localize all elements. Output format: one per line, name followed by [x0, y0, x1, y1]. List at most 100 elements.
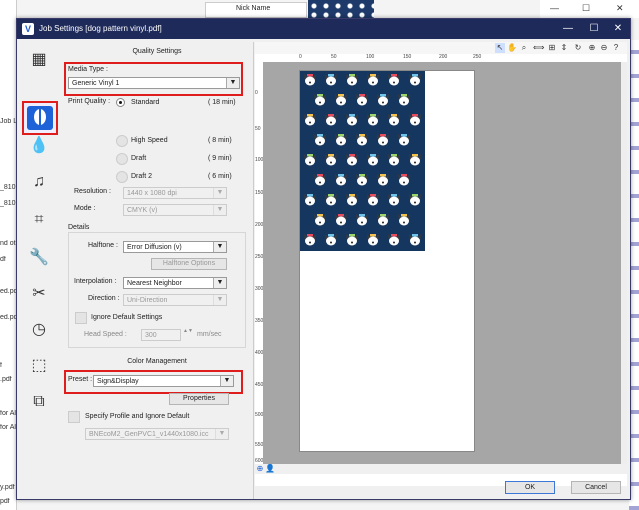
hand-pan-icon[interactable]: ✋ [507, 43, 517, 53]
fit-page-icon[interactable]: ⊞ [547, 43, 557, 53]
quality-tab-selected[interactable] [22, 101, 58, 135]
user-icon[interactable]: 👤 [265, 464, 275, 474]
background-text: ed.pd [0, 288, 16, 295]
media-type-select[interactable]: Generic Vinyl 1 ▼ [68, 77, 240, 89]
resolution-label: Resolution : [74, 188, 111, 195]
background-minimize-icon: — [550, 3, 559, 13]
dog-face-motif [314, 94, 326, 106]
radio-high-speed[interactable] [116, 135, 128, 147]
interpolation-select[interactable]: Nearest Neighbor ▼ [123, 277, 227, 289]
properties-button[interactable]: Properties [169, 393, 229, 405]
dog-face-motif [388, 114, 400, 126]
print-quality-label: Print Quality : [68, 98, 111, 105]
dog-face-motif [346, 154, 358, 166]
option-draft-label: Draft [131, 155, 147, 162]
minimize-button[interactable]: — [557, 21, 579, 37]
ruler-tick: 50 [331, 54, 337, 60]
dog-face-motif [346, 194, 358, 206]
preview-canvas[interactable] [263, 62, 621, 464]
dog-face-motif [377, 94, 389, 106]
dog-face-motif [304, 194, 316, 206]
ignore-default-checkbox[interactable] [75, 312, 87, 324]
rotate-icon[interactable]: ↻ [573, 43, 583, 53]
cut-icon[interactable]: ✂ [26, 281, 52, 307]
mode-select[interactable]: CMYK (v) ▼ [123, 204, 227, 216]
stepper-icon[interactable]: ▲▼ [183, 328, 193, 334]
zoom-in-icon[interactable]: ⊕ [587, 43, 597, 53]
chevron-down-icon: ▼ [213, 188, 226, 198]
radio-standard[interactable] [116, 98, 125, 107]
head-speed-value: 300 [145, 332, 157, 339]
ruler-tick: 0 [255, 90, 258, 96]
border-icon[interactable]: ⬚ [26, 353, 52, 379]
ok-button[interactable]: OK [505, 481, 555, 494]
ruler-tick: 100 [366, 54, 375, 60]
background-window-controls: — ☐ ✕ [540, 0, 639, 18]
details-label: Details [68, 224, 90, 231]
dialog-title: Job Settings [dog pattern vinyl.pdf] [39, 24, 162, 33]
head-speed-label: Head Speed : [84, 331, 127, 338]
dialog-footer: OK Cancel [255, 479, 627, 499]
dog-face-motif [367, 154, 379, 166]
resolution-value: 1440 x 1080 dpi [127, 190, 177, 197]
option-standard-time: ( 18 min) [208, 99, 236, 106]
dog-face-motif [356, 134, 368, 146]
dog-pattern-image[interactable] [300, 71, 425, 251]
fit-height-icon[interactable]: ⇕ [559, 43, 569, 53]
head-speed-input[interactable]: 300 [141, 329, 181, 341]
crop-marks-icon[interactable]: ⌗ [26, 207, 52, 233]
background-column-header: Nick Name [205, 2, 307, 18]
help-icon[interactable]: ? [611, 43, 621, 53]
cancel-button[interactable]: Cancel [571, 481, 621, 494]
dog-face-motif [335, 214, 347, 226]
dog-pattern-artwork [304, 74, 421, 246]
dog-face-motif [409, 234, 421, 246]
dog-face-motif [377, 174, 389, 186]
preset-select[interactable]: Sign&Display ▼ [93, 375, 234, 387]
background-text: y.pdf [0, 484, 15, 491]
option-high-speed-label: High Speed [131, 137, 168, 144]
media-type-label: Media Type : [68, 66, 108, 73]
app-logo-icon: V [22, 23, 34, 35]
clock-icon[interactable]: ◷ [26, 317, 52, 343]
maximize-button[interactable]: ☐ [583, 21, 605, 37]
layout-icon[interactable]: ▦ [26, 47, 52, 73]
ruler-tick: 250 [473, 54, 482, 60]
resolution-select[interactable]: 1440 x 1080 dpi ▼ [123, 187, 227, 199]
mode-value: CMYK (v) [127, 207, 158, 214]
halftone-select[interactable]: Error Diffusion (v) ▼ [123, 241, 227, 253]
origin-icon[interactable]: ⊕ [255, 464, 265, 474]
zoom-icon[interactable]: ⌕ [519, 43, 529, 53]
radio-draft-2[interactable] [116, 171, 128, 183]
radio-draft[interactable] [116, 153, 128, 165]
dog-face-motif [325, 154, 337, 166]
dog-face-motif [367, 74, 379, 86]
profile-select[interactable]: BNEcoM2_GenPVC1_v1440x1080.icc ▼ [85, 428, 229, 440]
tools-icon[interactable]: 🔧 [26, 245, 52, 271]
dialog-titlebar[interactable]: V Job Settings [dog pattern vinyl.pdf] —… [17, 19, 630, 39]
ruler-tick: 150 [403, 54, 412, 60]
dog-face-motif [346, 114, 358, 126]
specify-profile-checkbox[interactable] [68, 411, 80, 423]
background-maximize-icon: ☐ [582, 3, 591, 13]
ink-drops-icon[interactable]: 💧 [26, 133, 52, 159]
dog-face-motif [335, 134, 347, 146]
dog-face-motif [335, 94, 347, 106]
background-text: .pdf [0, 376, 12, 383]
zoom-out-icon[interactable]: ⊖ [599, 43, 609, 53]
nesting-icon[interactable]: ⧉ [26, 389, 52, 415]
dog-face-motif [325, 194, 337, 206]
background-text: f [0, 362, 2, 369]
profile-value: BNEcoM2_GenPVC1_v1440x1080.icc [89, 431, 209, 438]
select-cursor-icon[interactable]: ↖ [495, 43, 505, 53]
dog-face-motif [356, 94, 368, 106]
background-text: for Al [0, 410, 16, 417]
settings-panel: Quality Settings Media Type : Generic Vi… [61, 42, 254, 499]
dog-face-motif [304, 154, 316, 166]
halftone-options-button[interactable]: Halftone Options [151, 258, 227, 270]
preview-scrollbar[interactable] [621, 62, 627, 464]
close-button[interactable]: ✕ [607, 21, 629, 37]
fit-width-icon[interactable]: ⟺ [533, 43, 544, 53]
color-adjust-icon[interactable]: ♫ [26, 169, 52, 195]
direction-select[interactable]: Uni-Direction ▼ [123, 294, 227, 306]
